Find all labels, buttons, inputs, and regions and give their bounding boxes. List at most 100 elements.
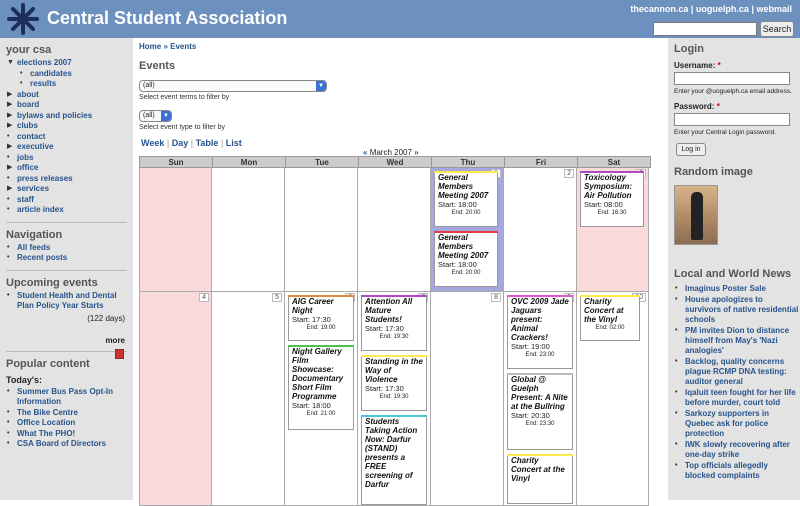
event-title[interactable]: Standing in the Way of Violence [365,357,423,384]
calendar-cell[interactable] [139,168,212,292]
event-title[interactable]: Attention All Mature Students! [365,297,423,324]
event-title[interactable]: Toxicology Symposium: Air Pollution [584,173,640,200]
upcoming-events-title: Upcoming events [6,276,98,289]
event-title[interactable]: Students Taking Action Now: Darfur (STAN… [365,417,423,489]
password-field[interactable] [674,113,790,126]
news-item[interactable]: • Imaginus Poster Sale [674,284,800,294]
popular-item[interactable]: • The Bike Centre [6,408,133,419]
event-card[interactable]: Night Gallery Film Showcase: Documentary… [288,345,354,430]
news-item[interactable]: • IWK slowly recovering after one-day str… [674,440,800,460]
bullet-icon: • [7,243,10,251]
bullet-icon: • [7,408,10,416]
menu-item-contact[interactable]: • contact [6,132,133,143]
day-number[interactable]: 5 [272,293,282,302]
todays-label: Today's: [6,374,42,385]
calendar-cell[interactable]: 3 Toxicology Symposium: Air Pollution St… [577,168,649,292]
search-button[interactable]: Search [760,21,794,37]
link-webmail[interactable]: webmail [756,4,792,14]
more-link[interactable]: more [0,336,133,345]
popular-item[interactable]: • Office Location [6,418,133,429]
tab-list[interactable]: List [226,138,242,148]
event-card[interactable]: General Members Meeting 2007 Start: 18:0… [434,171,498,227]
calendar-cell[interactable] [212,168,285,292]
username-field[interactable] [674,72,790,85]
breadcrumb[interactable]: Home » Events [139,42,196,51]
menu-item-results[interactable]: • results [6,79,133,90]
news-item[interactable]: • Backlog, quality concerns plague RCMP D… [674,357,800,387]
menu-item-about[interactable]: ▶ about [6,90,133,101]
menu-item-elections[interactable]: ▼ elections 2007 [6,58,133,69]
event-title[interactable]: Charity Concert at the Vinyl [511,456,569,483]
calendar-cell[interactable]: 10 Charity Concert at the Vinyl End: 02:… [577,292,649,506]
event-title[interactable]: Charity Concert at the Vinyl [584,297,636,324]
popular-item[interactable]: • Summer Bus Pass Opt-In Information [6,387,133,408]
menu-item-board[interactable]: ▶ board [6,100,133,111]
event-title[interactable]: Night Gallery Film Showcase: Documentary… [292,347,350,401]
collapsed-triangle-icon: ▶ [7,185,13,192]
menu-item-services[interactable]: ▶ services [6,184,133,195]
event-title[interactable]: Global @ Guelph Present: A Nite at the B… [511,375,569,411]
link-uoguelph[interactable]: uoguelph.ca [696,4,749,14]
event-card[interactable]: Toxicology Symposium: Air Pollution Star… [580,171,644,227]
tab-day[interactable]: Day [172,138,189,148]
event-card[interactable]: Charity Concert at the Vinyl End: 02:00 [580,295,640,341]
event-card[interactable]: General Members Meeting 2007 Start: 18:0… [434,231,498,287]
event-card[interactable]: OVC 2009 Jade Jaguars present: Animal Cr… [507,295,573,369]
event-title[interactable]: General Members Meeting 2007 [438,173,494,200]
event-card[interactable]: Standing in the Way of Violence Start: 1… [361,355,427,411]
csa-logo-icon[interactable] [6,2,40,36]
calendar-cell[interactable]: 7 Attention All Mature Students! Start: … [358,292,431,506]
left-sidebar: your csa ▼ elections 2007 • candidates • re… [0,38,133,500]
news-item[interactable]: • PM invites Dion to distance himself fro… [674,326,800,356]
news-item[interactable]: • Sarkozy supporters in Quebec ask for po… [674,409,800,439]
menu-item-all-feeds[interactable]: • All feeds [6,243,133,254]
popular-item[interactable]: • CSA Board of Directors [6,439,133,450]
calendar-cell[interactable] [285,168,358,292]
page-title: Events [139,60,176,72]
event-card[interactable]: AIG Career Night Start: 17:30 End: 19:00 [288,295,354,341]
event-card[interactable]: Charity Concert at the Vinyl [507,454,573,504]
event-title[interactable]: General Members Meeting 2007 [438,233,494,260]
news-item[interactable]: • Iqaluit teen fought for her life before… [674,388,800,408]
menu-item-clubs[interactable]: ▶ clubs [6,121,133,132]
calendar-cell[interactable]: 2 [504,168,577,292]
upcoming-event-item[interactable]: • Student Health and Dental Plan Policy Y… [0,291,133,311]
menu-item-staff[interactable]: • staff [6,195,133,206]
calendar-cell[interactable]: 4 [139,292,212,506]
event-title[interactable]: AIG Career Night [292,297,350,315]
event-title[interactable]: OVC 2009 Jade Jaguars present: Animal Cr… [511,297,569,342]
event-type-select[interactable]: (all) ▼ [139,110,172,122]
tab-table[interactable]: Table [196,138,219,148]
menu-item-candidates[interactable]: • candidates [6,69,133,80]
ical-icon[interactable] [115,349,124,359]
menu-item-press-releases[interactable]: • press releases [6,174,133,185]
menu-item-office[interactable]: ▶ office [6,163,133,174]
tab-week[interactable]: Week [141,138,164,148]
news-item[interactable]: • House apologizes to survivors of native… [674,295,800,325]
calendar-cell[interactable]: 6 AIG Career Night Start: 17:30 End: 19:… [285,292,358,506]
news-item[interactable]: • Top officials allegedly blocked complai… [674,461,800,481]
link-thecannon[interactable]: thecannon.ca [630,4,688,14]
calendar-cell-today[interactable]: 1 General Members Meeting 2007 Start: 18… [431,168,504,292]
event-card[interactable]: Attention All Mature Students! Start: 17… [361,295,427,351]
calendar-cell[interactable]: 8 [431,292,504,506]
menu-item-recent-posts[interactable]: • Recent posts [6,253,133,264]
menu-item-executive[interactable]: ▶ executive [6,142,133,153]
menu-item-article-index[interactable]: • article index [6,205,133,216]
site-title[interactable]: Central Student Association [47,8,287,29]
day-number[interactable]: 2 [564,169,574,178]
random-image[interactable] [674,185,718,245]
event-card[interactable]: Global @ Guelph Present: A Nite at the B… [507,373,573,450]
event-card[interactable]: Students Taking Action Now: Darfur (STAN… [361,415,427,505]
search-input[interactable] [653,22,757,36]
login-button[interactable]: Log in [676,143,706,156]
menu-item-bylaws[interactable]: ▶ bylaws and policies [6,111,133,122]
menu-item-jobs[interactable]: • jobs [6,153,133,164]
calendar-cell[interactable]: 5 [212,292,285,506]
calendar-cell[interactable] [358,168,431,292]
day-number[interactable]: 8 [491,293,501,302]
popular-item[interactable]: • What The PHO! [6,429,133,440]
calendar-cell[interactable]: 9 OVC 2009 Jade Jaguars present: Animal … [504,292,577,506]
event-terms-select[interactable]: (all) ▼ [139,80,327,92]
day-number[interactable]: 4 [199,293,209,302]
